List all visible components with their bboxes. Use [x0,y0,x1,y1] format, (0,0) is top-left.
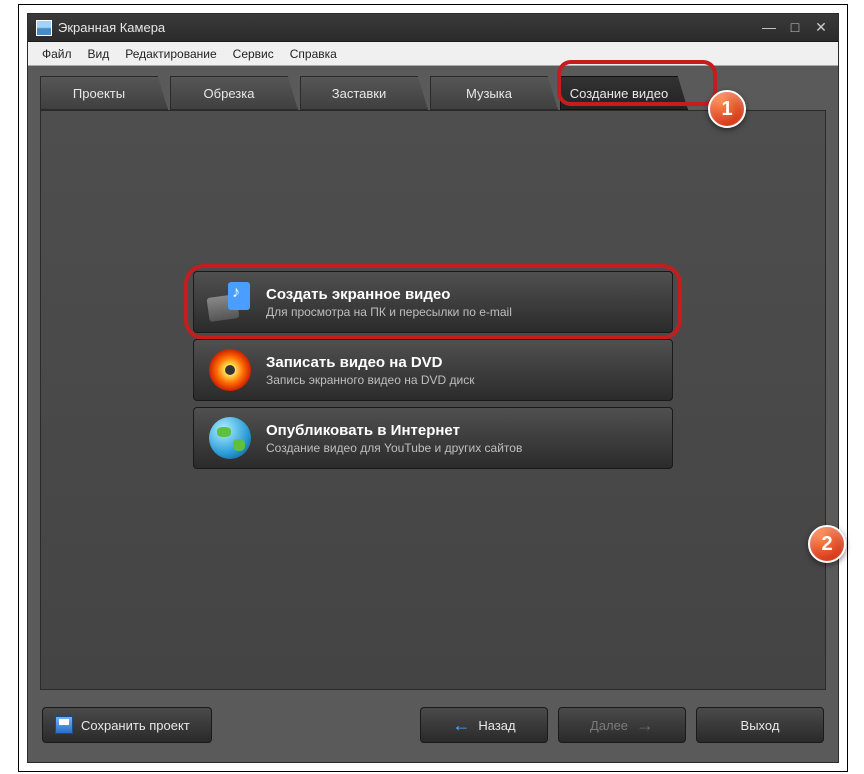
button-label: Далее [590,718,628,733]
outer-frame: Экранная Камера — □ ✕ Файл Вид Редактиро… [18,4,848,772]
close-button[interactable]: ✕ [812,19,830,36]
dvd-disc-icon [208,348,252,392]
next-button: Далее → [558,707,686,743]
option-title: Записать видео на DVD [266,354,475,371]
tab-label: Заставки [332,86,386,101]
menu-help[interactable]: Справка [282,44,345,64]
option-burn-dvd[interactable]: Записать видео на DVD Запись экранного в… [193,339,673,401]
option-create-screen-video[interactable]: Создать экранное видео Для просмотра на … [193,271,673,333]
footer-bar: Сохранить проект ← Назад Далее → Выход [40,700,826,750]
main-panel: Создать экранное видео Для просмотра на … [40,110,826,690]
globe-icon [208,416,252,460]
back-button[interactable]: ← Назад [420,707,548,743]
button-label: Выход [741,718,780,733]
tab-music[interactable]: Музыка [430,76,558,110]
menu-service[interactable]: Сервис [225,44,282,64]
tab-create-video[interactable]: Создание видео [560,76,688,110]
tab-label: Музыка [466,86,512,101]
option-publish-internet[interactable]: Опубликовать в Интернет Создание видео д… [193,407,673,469]
tab-intros[interactable]: Заставки [300,76,428,110]
option-title: Опубликовать в Интернет [266,422,522,439]
video-clapper-icon [208,280,252,324]
content-area: Проекты Обрезка Заставки Музыка Создание… [28,66,838,762]
exit-button[interactable]: Выход [696,707,824,743]
annotation-marker-1: 1 [708,90,746,128]
app-window: Экранная Камера — □ ✕ Файл Вид Редактиро… [27,13,839,763]
minimize-button[interactable]: — [760,19,778,36]
maximize-button[interactable]: □ [786,19,804,36]
option-subtitle: Для просмотра на ПК и пересылки по e-mai… [266,305,512,319]
tab-label: Проекты [73,86,125,101]
option-text: Опубликовать в Интернет Создание видео д… [266,422,522,455]
arrow-right-icon: → [636,715,654,736]
tab-trim[interactable]: Обрезка [170,76,298,110]
app-icon [36,20,52,36]
button-label: Сохранить проект [81,718,190,733]
window-title: Экранная Камера [58,20,165,35]
arrow-left-icon: ← [452,715,470,736]
menu-file[interactable]: Файл [34,44,80,64]
annotation-marker-2: 2 [808,525,846,563]
menu-edit[interactable]: Редактирование [117,44,224,64]
save-project-button[interactable]: Сохранить проект [42,707,212,743]
button-label: Назад [478,718,515,733]
option-subtitle: Создание видео для YouTube и других сайт… [266,441,522,455]
option-title: Создать экранное видео [266,286,512,303]
tab-label: Обрезка [204,86,255,101]
option-subtitle: Запись экранного видео на DVD диск [266,373,475,387]
tab-projects[interactable]: Проекты [40,76,168,110]
menu-view[interactable]: Вид [80,44,118,64]
tab-label: Создание видео [570,86,668,101]
option-text: Создать экранное видео Для просмотра на … [266,286,512,319]
option-text: Записать видео на DVD Запись экранного в… [266,354,475,387]
menubar: Файл Вид Редактирование Сервис Справка [28,42,838,66]
titlebar: Экранная Камера — □ ✕ [28,14,838,42]
floppy-disk-icon [55,716,73,734]
